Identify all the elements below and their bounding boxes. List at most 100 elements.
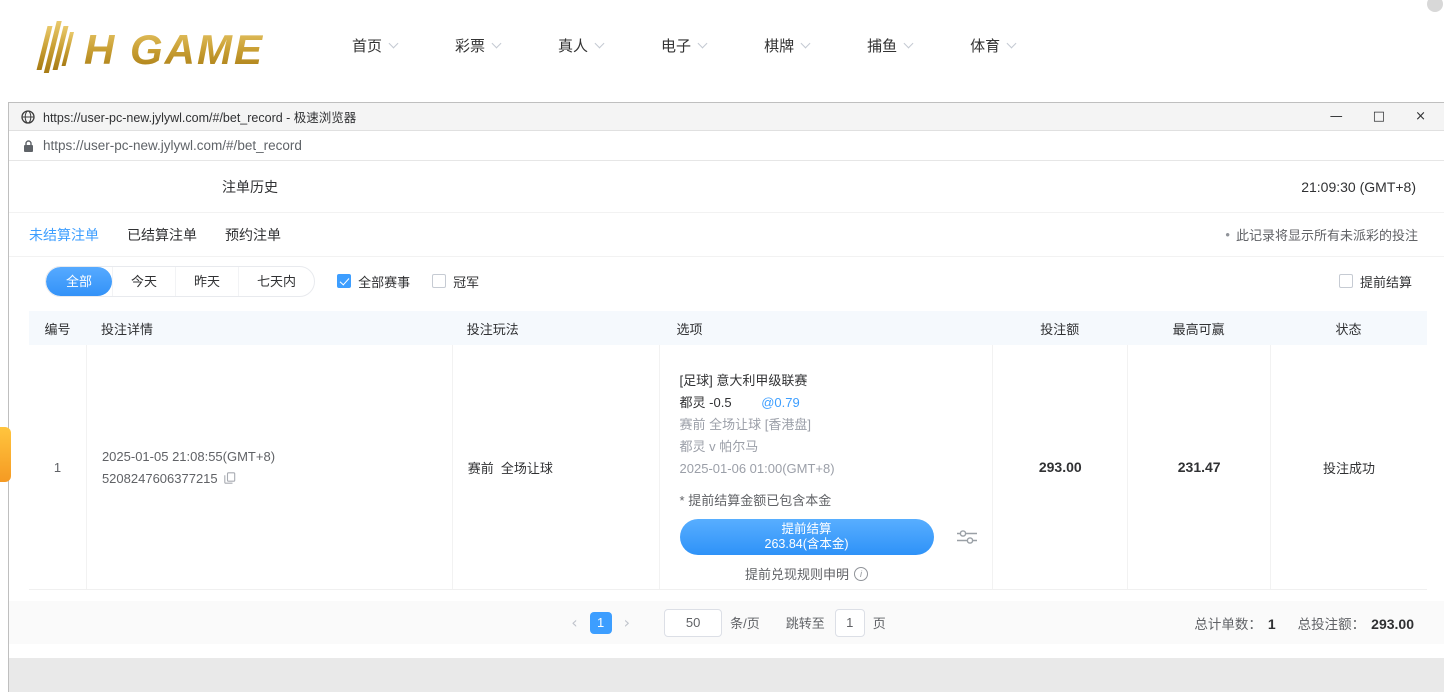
checkbox-unchecked-icon	[432, 274, 446, 288]
totals: 总计单数： 1 总投注额： 293.00	[1194, 601, 1414, 644]
nav-item-lottery[interactable]: 彩票	[455, 35, 500, 56]
copy-icon[interactable]	[224, 472, 236, 484]
cashout-note: * 提前结算金额已包含本金	[680, 491, 993, 511]
col-header-option: 选项	[659, 319, 993, 338]
logo-text: H GAME	[84, 26, 264, 73]
pick-line: 都灵 -0.5 @0.79	[680, 392, 993, 414]
page-title: 注单历史	[222, 177, 278, 197]
cashout-button-amount: 263.84(含本金)	[765, 537, 849, 552]
cashout-row: 提前结算 263.84(含本金)	[680, 519, 993, 555]
date-filter-yesterday[interactable]: 昨天	[175, 267, 238, 296]
checkbox-checked-icon	[337, 274, 351, 288]
date-filter-today[interactable]: 今天	[112, 267, 175, 296]
bullet-icon: •	[1225, 227, 1230, 242]
col-header-no: 编号	[29, 319, 86, 338]
date-filter-7days[interactable]: 七天内	[238, 267, 314, 296]
cell-bet-details: 2025-01-05 21:08:55(GMT+8) 5208247606377…	[86, 345, 452, 589]
lock-icon	[23, 139, 34, 153]
nav-item-cards[interactable]: 棋牌	[764, 35, 809, 56]
cell-option: [足球] 意大利甲级联赛 都灵 -0.5 @0.79 赛前 全场让球 [香港盘]…	[659, 345, 993, 589]
cashout-button[interactable]: 提前结算 263.84(含本金)	[680, 519, 934, 555]
logo-monogram-icon: H GAME	[28, 16, 308, 78]
nav-item-live[interactable]: 真人	[558, 35, 603, 56]
bet-table: 编号 投注详情 投注玩法 选项 投注额 最高可赢 状态 1 2025-01-05…	[29, 311, 1427, 590]
chevron-down-icon	[1007, 38, 1017, 48]
info-icon: i	[854, 567, 868, 581]
total-amount-label: 总投注额：	[1298, 613, 1366, 633]
site-header: H GAME 首页 彩票 真人 电子 棋牌	[0, 0, 1444, 102]
market-type: 赛前 全场让球 [香港盘]	[680, 414, 993, 436]
date-filter-group: 全部 今天 昨天 七天内	[45, 266, 315, 297]
date-filter-all[interactable]: 全部	[46, 267, 112, 296]
all-events-label: 全部赛事	[358, 272, 410, 291]
total-amount-value: 293.00	[1371, 616, 1414, 632]
chevron-down-icon	[595, 38, 605, 48]
cell-max-win: 231.47	[1127, 345, 1270, 589]
cell-bet-amount: 293.00	[992, 345, 1127, 589]
jump-page-input[interactable]	[835, 609, 865, 637]
globe-icon	[21, 110, 35, 124]
page-unit-label: 页	[873, 613, 886, 632]
page-header: 注单历史 21:09:30 (GMT+8)	[9, 161, 1444, 213]
window-controls: — □ ×	[1330, 110, 1432, 123]
tabs-note: • 此记录将显示所有未派彩的投注	[1225, 225, 1418, 244]
maximize-button[interactable]: □	[1373, 110, 1385, 123]
nav-item-slots[interactable]: 电子	[661, 35, 706, 56]
current-page-button[interactable]: 1	[590, 612, 612, 634]
corner-float-icon[interactable]	[1427, 0, 1443, 12]
chevron-down-icon	[492, 38, 502, 48]
rules-link-text: 提前兑现规则申明	[745, 564, 849, 583]
cell-no: 1	[29, 345, 86, 589]
nav-item-home[interactable]: 首页	[352, 35, 397, 56]
nav-item-label: 棋牌	[764, 35, 794, 56]
bottom-strip	[9, 658, 1444, 692]
nav-item-fishing[interactable]: 捕鱼	[867, 35, 912, 56]
bet-id-line: 5208247606377215	[102, 471, 452, 486]
address-bar[interactable]: https://user-pc-new.jylywl.com/#/bet_rec…	[9, 131, 1444, 161]
url-text[interactable]: https://user-pc-new.jylywl.com/#/bet_rec…	[43, 138, 302, 153]
nav-item-label: 电子	[661, 35, 691, 56]
early-settle-checkbox[interactable]: 提前结算	[1339, 272, 1412, 291]
nav-item-label: 首页	[352, 35, 382, 56]
page-size-input[interactable]	[664, 609, 722, 637]
match-teams: 都灵 v 帕尔马	[680, 436, 993, 458]
minimize-button[interactable]: —	[1330, 110, 1343, 123]
champion-checkbox[interactable]: 冠军	[432, 272, 479, 291]
close-button[interactable]: ×	[1415, 110, 1426, 123]
filter-row: 全部 今天 昨天 七天内 全部赛事 冠军 提前结算	[9, 257, 1444, 305]
tab-settled[interactable]: 已结算注单	[127, 225, 197, 245]
screen: H GAME 首页 彩票 真人 电子 棋牌	[0, 0, 1444, 692]
cashout-adjust-icon[interactable]	[956, 529, 978, 545]
bet-id: 5208247606377215	[102, 471, 218, 486]
jump-to-label: 跳转至	[786, 613, 825, 632]
prev-page-button[interactable]: ‹	[567, 613, 581, 632]
browser-window: https://user-pc-new.jylywl.com/#/bet_rec…	[8, 102, 1444, 692]
next-page-button[interactable]: ›	[620, 613, 634, 632]
clock: 21:09:30 (GMT+8)	[1301, 179, 1416, 195]
chevron-down-icon	[904, 38, 914, 48]
all-events-checkbox[interactable]: 全部赛事	[337, 272, 410, 291]
browser-titlebar[interactable]: https://user-pc-new.jylywl.com/#/bet_rec…	[9, 103, 1444, 131]
col-header-details: 投注详情	[86, 319, 452, 338]
nav-item-sports[interactable]: 体育	[970, 35, 1015, 56]
page-spacer	[9, 644, 1444, 658]
floating-widget-tab[interactable]	[0, 427, 11, 482]
col-header-amount: 投注额	[992, 319, 1127, 338]
cashout-rules-link[interactable]: 提前兑现规则申明 i	[680, 564, 934, 583]
col-header-play-type: 投注玩法	[452, 319, 659, 338]
checkbox-unchecked-icon	[1339, 274, 1353, 288]
cashout-button-title: 提前结算	[782, 522, 832, 537]
site-logo[interactable]: H GAME	[28, 16, 308, 78]
main-nav: 首页 彩票 真人 电子 棋牌 捕鱼	[352, 0, 1015, 90]
nav-item-label: 真人	[558, 35, 588, 56]
total-amount-group: 总投注额： 293.00	[1298, 613, 1414, 633]
tab-unsettled[interactable]: 未结算注单	[29, 225, 99, 245]
tabs-note-text: 此记录将显示所有未派彩的投注	[1236, 225, 1418, 244]
bet-record-page: 注单历史 21:09:30 (GMT+8) 未结算注单 已结算注单 预约注单 •…	[9, 161, 1444, 692]
table-row: 1 2025-01-05 21:08:55(GMT+8) 52082476063…	[29, 345, 1427, 590]
nav-item-label: 体育	[970, 35, 1000, 56]
tab-reserved[interactable]: 预约注单	[225, 225, 281, 245]
bet-time: 2025-01-05 21:08:55(GMT+8)	[102, 449, 452, 464]
odds-value: @0.79	[761, 395, 800, 410]
nav-item-label: 彩票	[455, 35, 485, 56]
